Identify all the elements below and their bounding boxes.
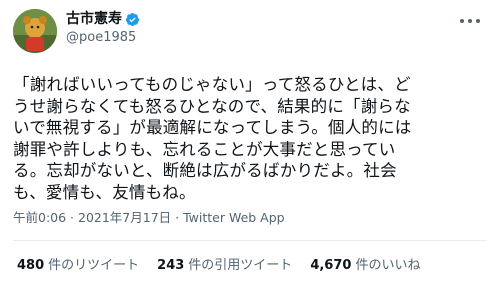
tweet-date[interactable]: 2021年7月17日: [78, 210, 171, 225]
tweet-stats: 480 件のリツイート 243 件の引用ツイート 4,670 件のいいね: [17, 257, 420, 275]
more-options-icon[interactable]: [460, 14, 480, 28]
tweet-time[interactable]: 午前0:06: [13, 210, 66, 225]
tweet-text: 「謝ればいいってものじゃない」って怒るひとは、ど うせ謝らなくても怒るひとなので…: [13, 74, 493, 203]
retweets-count: 480: [17, 258, 45, 273]
retweets-stat[interactable]: 480 件のリツイート: [17, 257, 139, 275]
likes-stat[interactable]: 4,670 件のいいね: [310, 257, 420, 275]
verified-badge-icon: [125, 12, 140, 27]
tweet-text-line: 謝罪や許しよりも、忘れることが大事だと思ってい: [13, 139, 396, 159]
tweet-text-line: うせ謝らなくても怒るひとなので、結果的に「謝らな: [13, 96, 411, 116]
tweet-text-line: いで無視する」が最適解になってしまう。個人的には: [13, 118, 412, 137]
tweet-metadata: 午前0:06 · 2021年7月17日 · Twitter Web App: [13, 210, 285, 226]
avatar[interactable]: [13, 9, 57, 53]
divider: [13, 240, 487, 241]
quotes-label: 件の引用ツイート: [188, 258, 293, 273]
quotes-stat[interactable]: 243 件の引用ツイート: [157, 257, 292, 275]
author-display-name[interactable]: 古市憲寿: [66, 10, 140, 28]
likes-label: 件のいいね: [355, 258, 421, 273]
quotes-count: 243: [157, 258, 185, 273]
meta-separator: ·: [66, 210, 78, 225]
tweet-source[interactable]: Twitter Web App: [183, 210, 285, 225]
tweet-text-line: も、愛情も、友情もね。: [13, 182, 196, 202]
meta-separator: ·: [171, 210, 184, 225]
author-name-text[interactable]: 古市憲寿: [66, 10, 122, 28]
retweets-label: 件のリツイート: [48, 258, 140, 273]
likes-count: 4,670: [310, 258, 352, 273]
tweet-text-line: る。忘却がないと、断絶は広がるばかりだよ。社会: [13, 161, 397, 180]
author-handle[interactable]: @poe1985: [66, 30, 136, 46]
tweet-text-line: 「謝ればいいってものじゃない」って怒るひとは、ど: [13, 75, 411, 94]
